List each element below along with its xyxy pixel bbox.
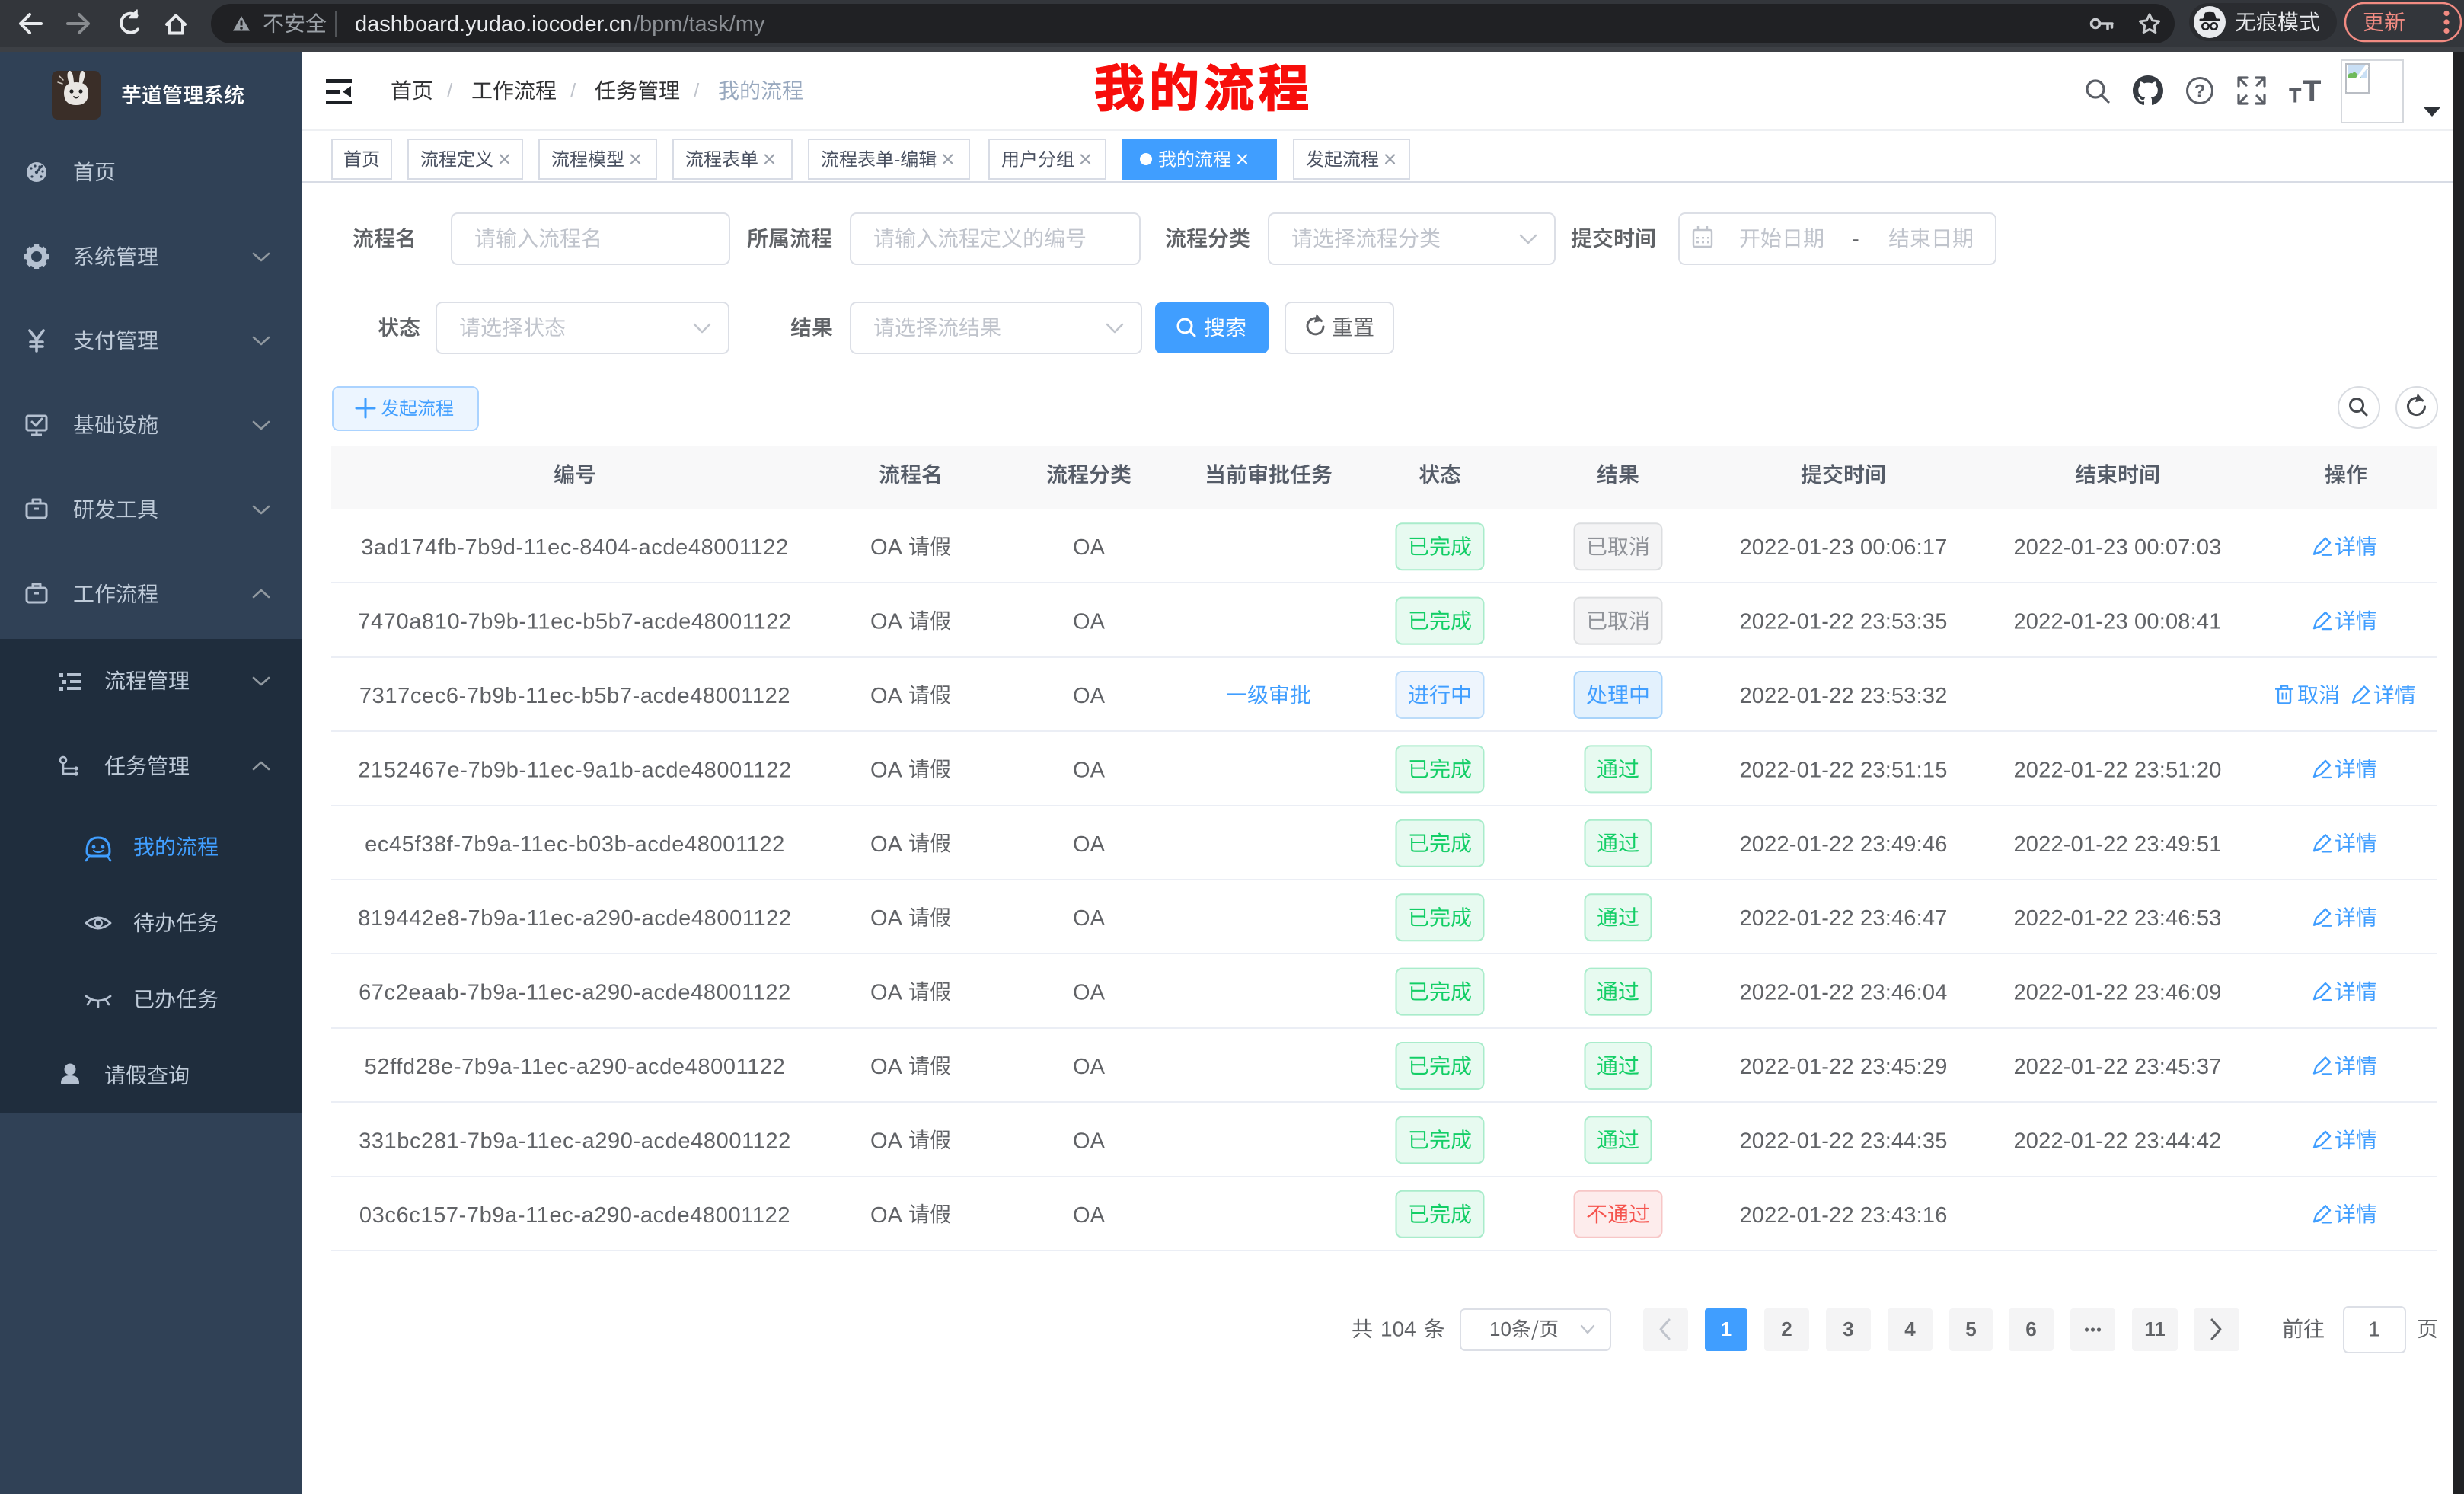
svg-text:2022-01-22 23:46:47: 2022-01-22 23:46:47 — [1739, 906, 1947, 931]
svg-text:2022-01-22 23:49:46: 2022-01-22 23:49:46 — [1739, 832, 1947, 857]
svg-text:7317cec6-7b9b-11ec-b5b7-acde48: 7317cec6-7b9b-11ec-b5b7-acde48001122 — [359, 684, 790, 708]
svg-text:/: / — [694, 79, 700, 102]
svg-text:2022-01-22 23:46:09: 2022-01-22 23:46:09 — [2013, 981, 2221, 1005]
svg-text:2022-01-22 23:45:29: 2022-01-22 23:45:29 — [1739, 1055, 1947, 1079]
svg-text:3ad174fb-7b9d-11ec-8404-acde48: 3ad174fb-7b9d-11ec-8404-acde48001122 — [361, 535, 788, 560]
svg-text:1: 1 — [1721, 1318, 1732, 1340]
svg-text:2022-01-23 00:07:03: 2022-01-23 00:07:03 — [2013, 535, 2221, 560]
svg-text:OA: OA — [1073, 906, 1106, 931]
svg-text:T: T — [2303, 75, 2321, 108]
svg-text:819442e8-7b9a-11ec-a290-acde48: 819442e8-7b9a-11ec-a290-acde48001122 — [358, 906, 792, 931]
svg-text:OA: OA — [1073, 535, 1106, 560]
svg-text:OA: OA — [870, 832, 903, 857]
svg-text:2022-01-22 23:43:16: 2022-01-22 23:43:16 — [1739, 1203, 1947, 1228]
svg-text:2: 2 — [1781, 1318, 1792, 1340]
svg-text:2022-01-22 23:51:15: 2022-01-22 23:51:15 — [1739, 758, 1947, 782]
svg-text:/: / — [447, 79, 453, 102]
svg-text:OA: OA — [870, 1203, 903, 1228]
svg-text:OA: OA — [1073, 1055, 1106, 1079]
svg-text:OA: OA — [1073, 981, 1106, 1005]
svg-text:2022-01-23 00:08:41: 2022-01-23 00:08:41 — [2013, 610, 2221, 634]
svg-text:11: 11 — [2144, 1318, 2166, 1340]
svg-text:2022-01-22 23:51:20: 2022-01-22 23:51:20 — [2013, 758, 2221, 782]
svg-text:7470a810-7b9b-11ec-b5b7-acde48: 7470a810-7b9b-11ec-b5b7-acde48001122 — [358, 610, 792, 634]
svg-text:2022-01-23 00:06:17: 2022-01-23 00:06:17 — [1739, 535, 1947, 560]
svg-text:2022-01-22 23:53:32: 2022-01-22 23:53:32 — [1739, 684, 1947, 708]
svg-text:OA: OA — [870, 906, 903, 931]
svg-text:104: 104 — [1380, 1318, 1416, 1341]
svg-text:2022-01-22 23:46:04: 2022-01-22 23:46:04 — [1739, 981, 1947, 1005]
svg-text:OA: OA — [870, 684, 903, 708]
svg-text:OA: OA — [870, 758, 903, 782]
svg-text:67c2eaab-7b9a-11ec-a290-acde48: 67c2eaab-7b9a-11ec-a290-acde48001122 — [359, 981, 791, 1005]
svg-text:OA: OA — [1073, 610, 1106, 634]
svg-text:03c6c157-7b9a-11ec-a290-acde48: 03c6c157-7b9a-11ec-a290-acde48001122 — [359, 1203, 790, 1228]
svg-text:2152467e-7b9b-11ec-9a1b-acde48: 2152467e-7b9b-11ec-9a1b-acde48001122 — [358, 758, 792, 782]
svg-text:OA: OA — [1073, 758, 1106, 782]
svg-text:OA: OA — [870, 535, 903, 560]
svg-text:5: 5 — [1965, 1318, 1976, 1340]
svg-text:dashboard.yudao.iocoder.cn: dashboard.yudao.iocoder.cn — [355, 12, 632, 37]
svg-text:1: 1 — [2368, 1318, 2380, 1341]
svg-text:OA: OA — [870, 981, 903, 1005]
svg-text:OA: OA — [1073, 832, 1106, 857]
svg-text:2022-01-22 23:44:35: 2022-01-22 23:44:35 — [1739, 1129, 1947, 1153]
svg-text:2022-01-22 23:49:51: 2022-01-22 23:49:51 — [2013, 832, 2221, 857]
svg-text:4: 4 — [1904, 1318, 1916, 1340]
svg-text:6: 6 — [2025, 1318, 2036, 1340]
svg-text:OA: OA — [870, 1129, 903, 1153]
svg-text:2022-01-22 23:44:42: 2022-01-22 23:44:42 — [2013, 1129, 2221, 1153]
svg-text:?: ? — [2194, 81, 2206, 101]
svg-text:OA: OA — [1073, 684, 1106, 708]
svg-text:331bc281-7b9a-11ec-a290-acde48: 331bc281-7b9a-11ec-a290-acde48001122 — [359, 1129, 791, 1153]
svg-text:3: 3 — [1843, 1318, 1853, 1340]
svg-text:2022-01-22 23:46:53: 2022-01-22 23:46:53 — [2013, 906, 2221, 931]
svg-text:OA: OA — [870, 610, 903, 634]
svg-text:OA: OA — [1073, 1129, 1106, 1153]
svg-text:52ffd28e-7b9a-11ec-a290-acde48: 52ffd28e-7b9a-11ec-a290-acde48001122 — [365, 1055, 786, 1079]
svg-text:OA: OA — [870, 1055, 903, 1079]
svg-text:10: 10 — [1489, 1318, 1511, 1340]
svg-text:2022-01-22 23:53:35: 2022-01-22 23:53:35 — [1739, 610, 1947, 634]
svg-text:/bpm/task/my: /bpm/task/my — [634, 12, 765, 37]
svg-text:ec45f38f-7b9a-11ec-b03b-acde48: ec45f38f-7b9a-11ec-b03b-acde48001122 — [365, 832, 785, 857]
svg-text:T: T — [2289, 84, 2302, 107]
svg-text:2022-01-22 23:45:37: 2022-01-22 23:45:37 — [2013, 1055, 2221, 1079]
svg-text:/: / — [570, 79, 576, 102]
svg-text:OA: OA — [1073, 1203, 1106, 1228]
